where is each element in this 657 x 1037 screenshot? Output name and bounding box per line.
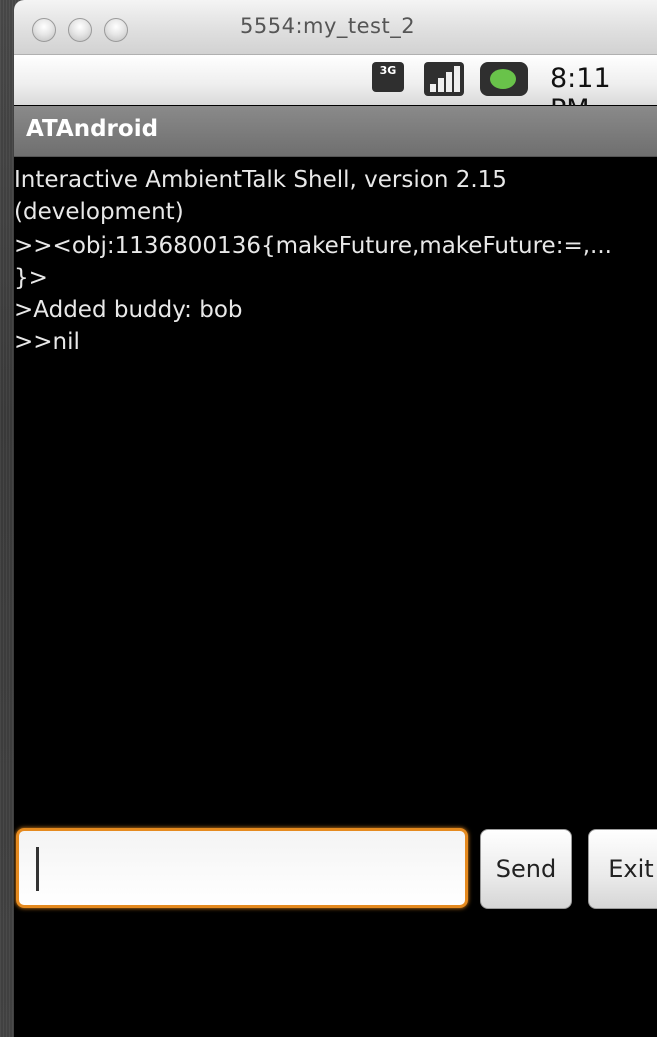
console-line: }>	[14, 265, 48, 291]
battery-icon	[480, 62, 528, 96]
console-line: >Added buddy: bob	[14, 297, 243, 323]
app-title: ATAndroid	[26, 116, 159, 142]
shell-output[interactable]: Interactive AmbientTalk Shell, version 2…	[14, 160, 657, 820]
window-title: 5554:my_test_2	[240, 14, 416, 38]
send-button[interactable]: Send	[480, 829, 572, 909]
zoom-window-button[interactable]	[104, 18, 128, 42]
console-line: >><obj:1136800136{makeFuture,makeFuture:…	[14, 233, 612, 259]
text-caret	[36, 847, 39, 891]
3g-data-icon: 3G	[372, 62, 404, 92]
console-line: (development)	[14, 199, 184, 225]
command-input-text[interactable]	[19, 831, 465, 905]
console-line: >>nil	[14, 329, 80, 355]
network-type-label: 3G	[379, 64, 397, 77]
exit-button[interactable]: Exit	[588, 829, 657, 909]
command-input[interactable]	[16, 828, 468, 908]
window-titlebar[interactable]: 5554:my_test_2	[14, 0, 657, 55]
signal-strength-icon	[424, 62, 464, 96]
app-title-bar: ATAndroid	[14, 106, 657, 157]
close-window-button[interactable]	[32, 18, 56, 42]
emulator-window: 5554:my_test_2 3G 8:11 PM ATAndroid Inte…	[14, 0, 657, 1037]
console-line: Interactive AmbientTalk Shell, version 2…	[14, 167, 507, 193]
minimize-window-button[interactable]	[68, 18, 92, 42]
